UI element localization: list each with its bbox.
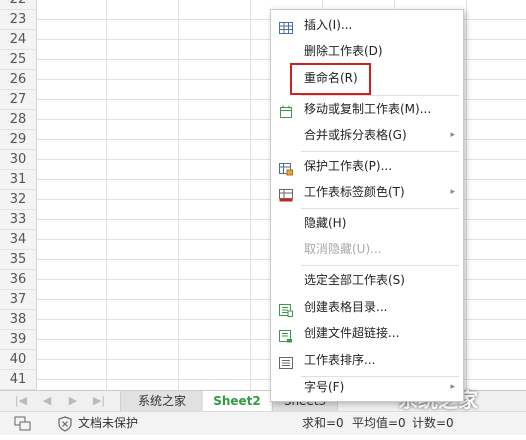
menu-label: 创建表格目录... [304,300,388,314]
status-bar: 文档未保护 求和=0 平均值=0 计数=0 [0,411,526,435]
table-icon [279,18,293,34]
submenu-arrow-icon: ▸ [450,187,455,197]
menu-item-hide[interactable]: 隐藏(H) [271,210,463,236]
submenu-arrow-icon: ▸ [450,382,455,392]
last-sheet-button[interactable]: ▶| [92,394,106,408]
menu-item-unhide: 取消隐藏(U)... [271,236,463,262]
menu-label: 隐藏(H) [304,216,347,230]
row-header[interactable]: 35 [0,250,36,270]
menu-item-protect-sheet[interactable]: 保护工作表(P)... [271,153,463,179]
tab-sheet1[interactable]: 系统之家 [120,391,204,411]
tab-sheet2[interactable]: Sheet2 [203,391,271,411]
row-header[interactable]: 34 [0,230,36,250]
menu-divider [301,265,459,266]
row-header[interactable]: 37 [0,290,36,310]
first-sheet-button[interactable]: |◀ [14,394,28,408]
row-header[interactable]: 28 [0,110,36,130]
row-header[interactable]: 40 [0,350,36,370]
shield-icon [58,412,74,435]
menu-item-select-all-sheets[interactable]: 选定全部工作表(S) [271,267,463,293]
row-header[interactable]: 33 [0,210,36,230]
menu-label: 合并或拆分表格(G) [304,128,407,142]
menu-label: 取消隐藏(U)... [304,242,382,256]
row-header[interactable]: 29 [0,130,36,150]
menu-item-insert[interactable]: 插入(I)... [271,12,463,38]
move-copy-icon [279,102,293,118]
create-toc-icon [279,300,293,317]
sum-readout: 求和=0 [302,416,344,430]
menu-item-create-toc[interactable]: 创建表格目录... [271,294,463,320]
row-header[interactable]: 32 [0,190,36,210]
row-header[interactable]: 31 [0,170,36,190]
menu-label: 移动或复制工作表(M)... [304,102,432,116]
menu-item-sort-sheets[interactable]: 工作表排序... [271,347,463,373]
average-readout: 平均值=0 [352,416,406,430]
menu-label: 选定全部工作表(S) [304,273,405,287]
menu-item-merge-split[interactable]: 合并或拆分表格(G) ▸ [271,122,463,148]
protect-sheet-icon [279,159,293,176]
menu-label: 插入(I)... [304,18,353,32]
row-header[interactable]: 26 [0,70,36,90]
menu-label: 工作表标签颜色(T) [304,185,405,199]
row-header-column: 22 23 24 25 26 27 28 29 30 31 32 33 34 3… [0,0,37,390]
menu-item-delete-sheet[interactable]: 删除工作表(D) [271,38,463,64]
tab-color-icon [279,185,293,202]
row-header[interactable]: 41 [0,370,36,390]
count-readout: 计数=0 [412,416,454,430]
menu-item-create-hyperlink[interactable]: 创建文件超链接... [271,320,463,346]
row-header[interactable]: 25 [0,50,36,70]
menu-divider [301,208,459,209]
next-sheet-button[interactable]: ▶ [66,394,80,408]
row-header[interactable]: 23 [0,10,36,30]
row-header[interactable]: 22 [0,0,36,10]
row-header[interactable]: 36 [0,270,36,290]
hyperlink-icon [279,326,293,343]
row-header[interactable]: 24 [0,30,36,50]
submenu-arrow-icon: ▸ [450,130,455,140]
view-switch-icon[interactable] [14,412,34,435]
sort-icon [279,353,293,369]
rename-highlight-box [290,63,371,95]
menu-label: 保护工作表(P)... [304,159,393,173]
menu-item-font-size[interactable]: 字号(F) ▸ [271,374,463,400]
menu-label: 删除工作表(D) [304,44,383,58]
menu-label: 工作表排序... [304,353,376,367]
row-header[interactable]: 30 [0,150,36,170]
row-header[interactable]: 39 [0,330,36,350]
menu-item-move-copy[interactable]: 移动或复制工作表(M)... [271,96,463,122]
prev-sheet-button[interactable]: ◀ [40,394,54,408]
menu-label: 创建文件超链接... [304,326,400,340]
menu-label: 字号(F) [304,380,345,394]
menu-divider [301,151,459,152]
row-header[interactable]: 38 [0,310,36,330]
menu-item-tab-color[interactable]: 工作表标签颜色(T) ▸ [271,179,463,205]
protection-status[interactable]: 文档未保护 [78,412,138,435]
row-header[interactable]: 27 [0,90,36,110]
